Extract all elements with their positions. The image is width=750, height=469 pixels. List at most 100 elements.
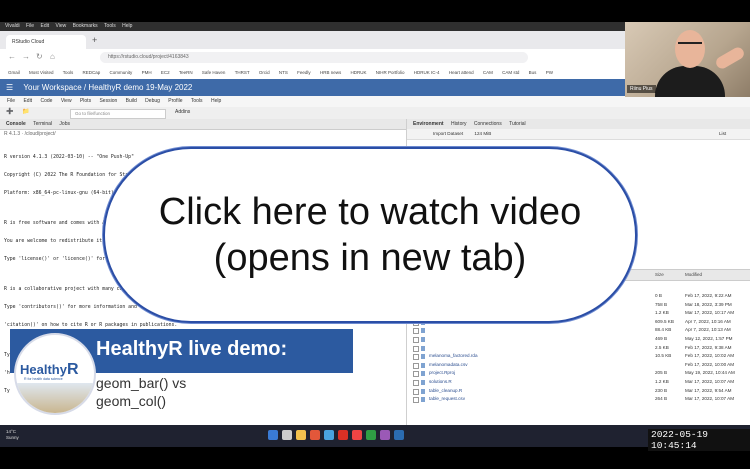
rstudio-menu-item[interactable]: Debug [145, 98, 160, 104]
bookmark-item[interactable]: HDRUK [350, 70, 366, 75]
os-menu-item[interactable]: Help [122, 23, 132, 29]
column-modified[interactable]: Modified [685, 272, 702, 277]
file-row[interactable]: 469 B May 12, 2022, 1:57 PM [407, 335, 750, 344]
os-menu-item[interactable]: Tools [104, 23, 116, 29]
bookmark-item[interactable]: NIHR Portfolio [376, 70, 405, 75]
rstudio-menu-item[interactable]: View [61, 98, 72, 104]
bookmark-item[interactable]: Community [110, 70, 133, 75]
tab-console[interactable]: Console [6, 121, 26, 127]
bookmark-item[interactable]: HRB news [320, 70, 341, 75]
new-tab-icon[interactable]: + [92, 35, 97, 45]
bookmark-item[interactable]: CAM std [502, 70, 519, 75]
tab-connections[interactable]: Connections [474, 121, 502, 127]
taskbar-app-icon[interactable] [338, 430, 348, 440]
goto-file-input[interactable]: Go to file/function [70, 109, 166, 119]
tab-tutorial[interactable]: Tutorial [509, 121, 526, 127]
rstudio-menu-item[interactable]: Code [40, 98, 52, 104]
rstudio-menu-item[interactable]: Build [126, 98, 137, 104]
weather-widget[interactable]: 14°C Sunny [6, 429, 19, 441]
file-checkbox[interactable] [413, 328, 419, 335]
file-checkbox[interactable] [413, 380, 419, 386]
os-menu-item[interactable]: Vivaldi [5, 23, 20, 29]
rstudio-menu-item[interactable]: Help [211, 98, 221, 104]
os-menu-item[interactable]: Edit [40, 23, 49, 29]
open-folder-icon[interactable]: 📁 [22, 108, 29, 115]
addins-button[interactable]: Addins [175, 109, 190, 115]
bookmark-item[interactable]: THRST [235, 70, 250, 75]
watch-video-button[interactable]: Click here to watch video (opens in new … [103, 147, 637, 323]
tab-terminal[interactable]: Terminal [33, 121, 52, 127]
tab-jobs[interactable]: Jobs [59, 121, 70, 127]
file-row[interactable]: melanoma_factored.rda 10.5 KB Feb 17, 2022… [407, 352, 750, 361]
file-checkbox[interactable] [413, 337, 419, 343]
tab-history[interactable]: History [451, 121, 467, 127]
bookmark-item[interactable]: Heart attend [449, 70, 474, 75]
rstudio-menu-item[interactable]: Plots [80, 98, 91, 104]
taskbar-app-icon[interactable] [366, 430, 376, 440]
bookmark-item[interactable]: CAM [483, 70, 493, 75]
bookmark-item[interactable]: Safe Haven [202, 70, 226, 75]
file-name[interactable]: solutions.R [429, 378, 452, 387]
taskbar-app-icon[interactable] [282, 430, 292, 440]
file-row[interactable]: solutions.R 1.2 KB Mar 17, 2022, 10:07 AM [407, 378, 750, 387]
rstudio-menu-item[interactable]: Edit [23, 98, 32, 104]
file-checkbox[interactable] [413, 388, 419, 395]
bookmark-item[interactable]: Gmail [8, 70, 20, 75]
file-name[interactable]: melanoma_factored.rda [429, 352, 478, 361]
workspace-title[interactable]: Your Workspace / HealthyR demo 19-May 20… [23, 83, 192, 92]
file-checkbox[interactable] [413, 345, 419, 352]
file-checkbox[interactable] [413, 362, 419, 369]
rstudio-menu-item[interactable]: Profile [168, 98, 182, 104]
rstudio-menu-item[interactable]: Session [99, 98, 117, 104]
bookmark-item[interactable]: EC2 [161, 70, 170, 75]
column-size[interactable]: Size [655, 272, 664, 277]
browser-tab[interactable]: RStudio Cloud [6, 35, 86, 49]
taskbar-app-icon[interactable] [310, 430, 320, 440]
bookmark-item[interactable]: NTS [279, 70, 288, 75]
new-file-icon[interactable]: ➕ [6, 108, 13, 115]
forward-icon[interactable]: → [22, 52, 30, 61]
bookmark-item[interactable]: Bus [529, 70, 537, 75]
url-field[interactable]: https://rstudio.cloud/project/4163843 [100, 52, 528, 63]
file-row[interactable]: 88.4 KB Apr 7, 2022, 10:13 AM [407, 326, 750, 335]
file-row[interactable]: table_cleanup.R 230 B Mar 17, 2022, 9:54 A… [407, 387, 750, 396]
os-menu-item[interactable]: File [26, 23, 34, 29]
taskbar-app-icon[interactable] [380, 430, 390, 440]
bookmark-item[interactable]: REDCap [83, 70, 101, 75]
bookmark-item[interactable]: Orcid [259, 70, 270, 75]
file-checkbox[interactable] [413, 397, 419, 404]
taskbar-app-icon[interactable] [296, 430, 306, 440]
file-row[interactable]: table_request.csv 264 B Mar 17, 2022, 10:0… [407, 395, 750, 404]
os-menu-item[interactable]: View [56, 23, 67, 29]
bookmark-item[interactable]: Feedly [297, 70, 311, 75]
reload-icon[interactable]: ↻ [36, 52, 43, 61]
tab-environment[interactable]: Environment [413, 121, 444, 127]
file-name[interactable]: table_cleanup.R [429, 387, 462, 396]
file-row[interactable]: 2.5 KB Feb 17, 2022, 9:38 AM [407, 344, 750, 353]
home-icon[interactable]: ⌂ [50, 52, 55, 61]
rstudio-menu-item[interactable]: Tools [191, 98, 203, 104]
bookmark-item[interactable]: Most Visited [29, 70, 53, 75]
menu-icon[interactable]: ☰ [6, 83, 13, 92]
import-dataset-button[interactable]: Import Dataset [433, 131, 463, 136]
file-checkbox[interactable] [413, 354, 419, 361]
taskbar-app-icon[interactable] [268, 430, 278, 440]
rstudio-menu-item[interactable]: File [7, 98, 15, 104]
taskbar-app-icon[interactable] [324, 430, 334, 440]
bookmark-item[interactable]: Tools [63, 70, 74, 75]
bookmark-item[interactable]: TeeRN [179, 70, 193, 75]
bookmark-item[interactable]: HDRUK IC-4 [414, 70, 440, 75]
file-checkbox[interactable] [413, 371, 419, 378]
taskbar-app-icon[interactable] [394, 430, 404, 440]
bookmark-item[interactable]: PMH [142, 70, 152, 75]
file-name[interactable]: melanomadata.csv [429, 361, 468, 370]
file-row[interactable]: melanomadata.csv Feb 17, 2022, 10:00 AM [407, 361, 750, 370]
list-view-button[interactable]: List [719, 129, 726, 139]
file-name[interactable]: table_request.csv [429, 395, 465, 404]
back-icon[interactable]: ← [8, 52, 16, 61]
os-menu-item[interactable]: Bookmarks [73, 23, 98, 29]
file-name[interactable]: project.Rproj [429, 369, 455, 378]
taskbar-app-icon[interactable] [352, 430, 362, 440]
bookmark-item[interactable]: PW [546, 70, 553, 75]
file-row[interactable]: project.Rproj 205 B May 19, 2022, 10:44 AM [407, 369, 750, 378]
